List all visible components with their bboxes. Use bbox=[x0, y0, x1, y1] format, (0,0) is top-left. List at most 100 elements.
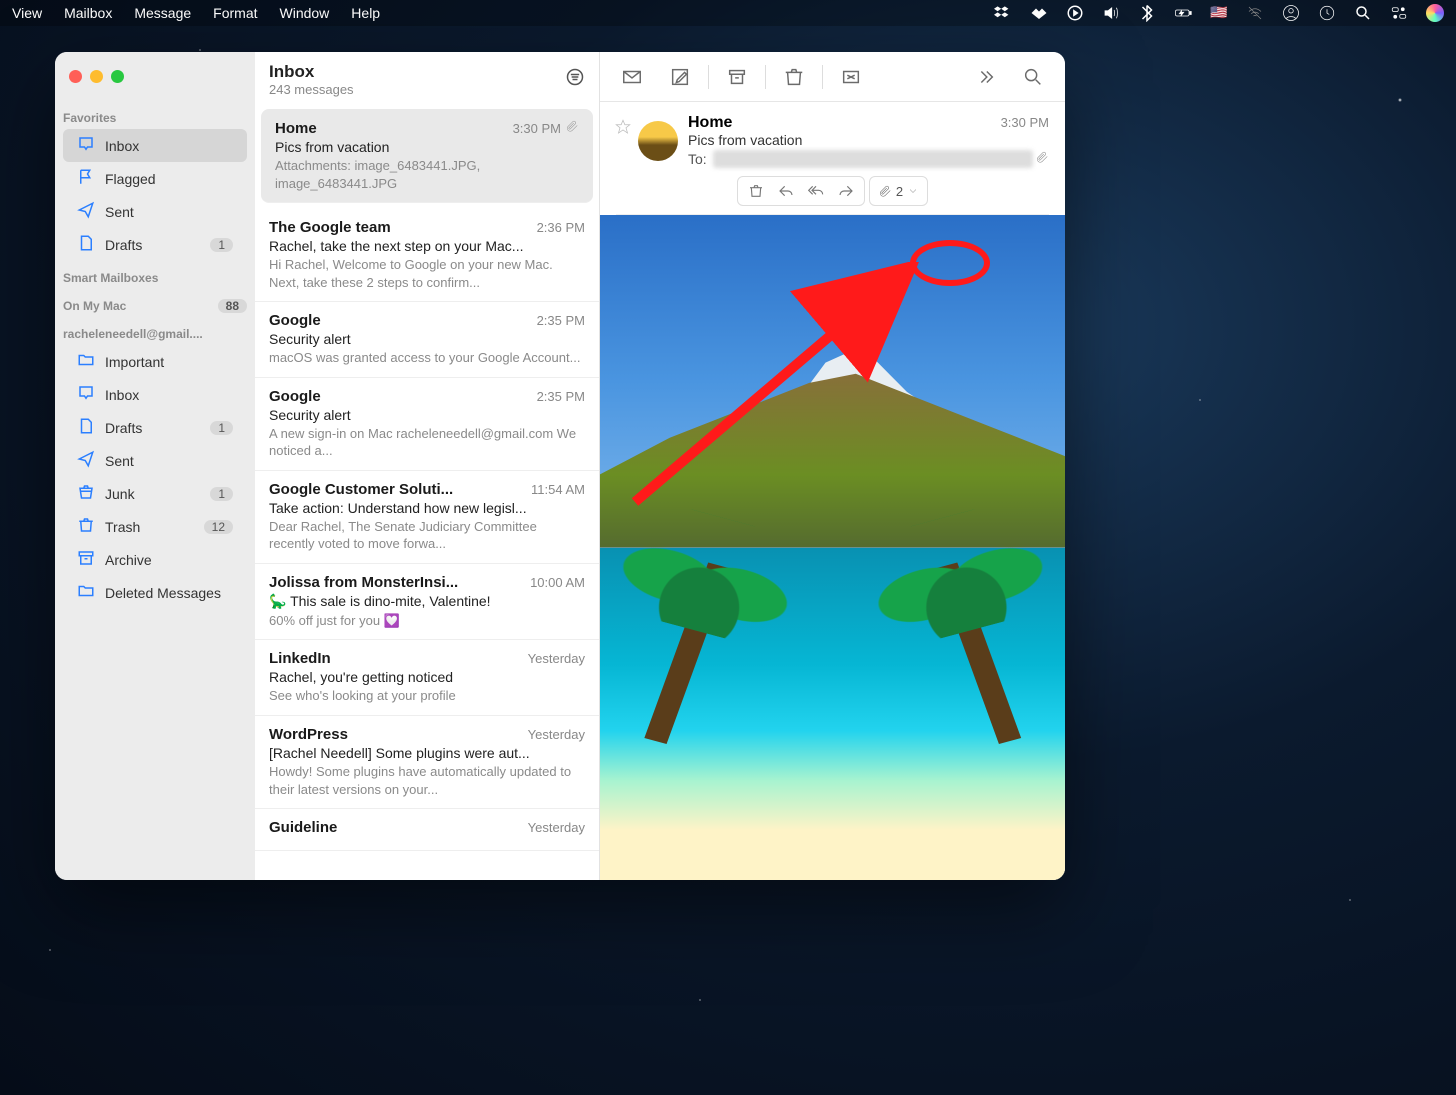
battery-icon[interactable] bbox=[1174, 4, 1192, 22]
sidebar-item-sent-acct[interactable]: Sent bbox=[63, 444, 247, 477]
clock-icon[interactable] bbox=[1318, 4, 1336, 22]
sidebar-item-archive[interactable]: Archive bbox=[63, 543, 247, 576]
sidebar-item-drafts[interactable]: Drafts 1 bbox=[63, 228, 247, 261]
reply-action[interactable] bbox=[772, 179, 800, 203]
filter-button[interactable] bbox=[565, 67, 585, 92]
separator bbox=[822, 65, 823, 89]
play-circle-icon[interactable] bbox=[1066, 4, 1084, 22]
star-icon[interactable] bbox=[614, 118, 632, 136]
inbox-icon bbox=[77, 135, 95, 156]
menu-view[interactable]: View bbox=[12, 5, 42, 21]
sidebar-item-label: Junk bbox=[105, 486, 135, 502]
envelope-button[interactable] bbox=[610, 59, 654, 95]
attachment-image-2[interactable] bbox=[600, 548, 1065, 881]
message-item[interactable]: Google2:35 PMSecurity alertA new sign-in… bbox=[255, 378, 599, 471]
sidebar-item-deleted[interactable]: Deleted Messages bbox=[63, 576, 247, 609]
message-subject: Rachel, you're getting noticed bbox=[269, 669, 585, 685]
attachments-dropdown[interactable]: 2 bbox=[869, 176, 928, 206]
message-subject: 🦕 This sale is dino-mite, Valentine! bbox=[269, 593, 585, 610]
sidebar-item-label: Deleted Messages bbox=[105, 585, 221, 601]
more-chevrons-button[interactable] bbox=[963, 59, 1007, 95]
message-item[interactable]: Google Customer Soluti...11:54 AMTake ac… bbox=[255, 471, 599, 564]
wifi-off-icon[interactable] bbox=[1246, 4, 1264, 22]
delete-button[interactable] bbox=[772, 59, 816, 95]
message-time: 2:36 PM bbox=[537, 220, 585, 235]
reply-all-action[interactable] bbox=[802, 179, 830, 203]
message-list[interactable]: Home3:30 PMPics from vacationAttachments… bbox=[255, 103, 599, 880]
message-time: 3:30 PM bbox=[1001, 115, 1049, 130]
siri-icon[interactable] bbox=[1426, 4, 1444, 22]
menu-mailbox[interactable]: Mailbox bbox=[64, 5, 112, 21]
sidebar-item-inbox[interactable]: Inbox bbox=[63, 129, 247, 162]
message-item[interactable]: LinkedInYesterdayRachel, you're getting … bbox=[255, 640, 599, 716]
control-center-icon[interactable] bbox=[1390, 4, 1408, 22]
message-sender: Guideline bbox=[269, 819, 528, 836]
message-item[interactable]: Jolissa from MonsterInsi...10:00 AM 🦕 Thi… bbox=[255, 564, 599, 641]
message-item[interactable]: GuidelineYesterday bbox=[255, 809, 599, 851]
message-subject: Rachel, take the next step on your Mac..… bbox=[269, 238, 585, 254]
message-item[interactable]: The Google team2:36 PMRachel, take the n… bbox=[255, 209, 599, 302]
message-toolbar bbox=[600, 52, 1065, 102]
sidebar-item-inbox-acct[interactable]: Inbox bbox=[63, 378, 247, 411]
message-item[interactable]: Google2:35 PM Security alert macOS was gra… bbox=[255, 302, 599, 378]
archive-button[interactable] bbox=[715, 59, 759, 95]
message-sender: Google bbox=[269, 312, 537, 329]
message-item[interactable]: Home3:30 PMPics from vacationAttachments… bbox=[261, 109, 593, 203]
fullscreen-window-button[interactable] bbox=[111, 70, 124, 83]
mailbox-count: 243 messages bbox=[269, 82, 354, 97]
message-time: Yesterday bbox=[528, 727, 585, 742]
separator bbox=[708, 65, 709, 89]
message-actions-pill bbox=[737, 176, 865, 206]
sidebar-item-label: Flagged bbox=[105, 171, 156, 187]
compose-button[interactable] bbox=[658, 59, 702, 95]
close-window-button[interactable] bbox=[69, 70, 82, 83]
message-subject: Pics from vacation bbox=[688, 132, 1049, 148]
sidebar-item-label: Sent bbox=[105, 204, 134, 220]
message-sender: Google Customer Soluti... bbox=[269, 481, 531, 498]
sidebar-item-junk[interactable]: Junk 1 bbox=[63, 477, 247, 510]
sidebar-item-important[interactable]: Important bbox=[63, 345, 247, 378]
search-button[interactable] bbox=[1011, 59, 1055, 95]
user-circle-icon[interactable] bbox=[1282, 4, 1300, 22]
message-subject: Security alert bbox=[269, 331, 585, 347]
flag-us-icon[interactable]: 🇺🇸 bbox=[1210, 4, 1228, 22]
sidebar-item-label: Sent bbox=[105, 453, 134, 469]
message-time: 3:30 PM bbox=[513, 121, 561, 136]
send-icon bbox=[77, 450, 95, 471]
menu-help[interactable]: Help bbox=[351, 5, 380, 21]
junk-button[interactable] bbox=[829, 59, 873, 95]
message-time: 10:00 AM bbox=[530, 575, 585, 590]
volume-icon[interactable] bbox=[1102, 4, 1120, 22]
avatar bbox=[638, 121, 678, 161]
status-icon[interactable] bbox=[1030, 4, 1048, 22]
message-time: 2:35 PM bbox=[537, 313, 585, 328]
sidebar-item-trash[interactable]: Trash 12 bbox=[63, 510, 247, 543]
message-preview: macOS was granted access to your Google … bbox=[269, 349, 585, 367]
message-sender: Home bbox=[275, 120, 513, 137]
search-icon[interactable] bbox=[1354, 4, 1372, 22]
bluetooth-icon[interactable] bbox=[1138, 4, 1156, 22]
message-sender: Jolissa from MonsterInsi... bbox=[269, 574, 530, 591]
message-preview: See who's looking at your profile bbox=[269, 687, 585, 705]
attachment-image-1[interactable] bbox=[600, 215, 1065, 548]
message-header: Home 3:30 PM Pics from vacation To: bbox=[600, 102, 1065, 172]
menu-window[interactable]: Window bbox=[280, 5, 330, 21]
menu-message[interactable]: Message bbox=[134, 5, 191, 21]
trash-action[interactable] bbox=[742, 179, 770, 203]
sidebar-item-sent[interactable]: Sent bbox=[63, 195, 247, 228]
menu-format[interactable]: Format bbox=[213, 5, 257, 21]
minimize-window-button[interactable] bbox=[90, 70, 103, 83]
sidebar-item-flagged[interactable]: Flagged bbox=[63, 162, 247, 195]
dropbox-icon[interactable] bbox=[994, 4, 1012, 22]
attachment-count: 2 bbox=[896, 184, 903, 199]
mailbox-title: Inbox bbox=[269, 62, 354, 82]
message-item[interactable]: WordPressYesterday[Rachel Needell] Some … bbox=[255, 716, 599, 809]
flag-icon bbox=[77, 168, 95, 189]
sidebar-item-drafts-acct[interactable]: Drafts 1 bbox=[63, 411, 247, 444]
message-preview: Howdy! Some plugins have automatically u… bbox=[269, 763, 585, 798]
send-icon bbox=[77, 201, 95, 222]
account-heading[interactable]: racheleneedell@gmail.... bbox=[55, 323, 255, 345]
message-time: 2:35 PM bbox=[537, 389, 585, 404]
file-icon bbox=[77, 417, 95, 438]
forward-action[interactable] bbox=[832, 179, 860, 203]
